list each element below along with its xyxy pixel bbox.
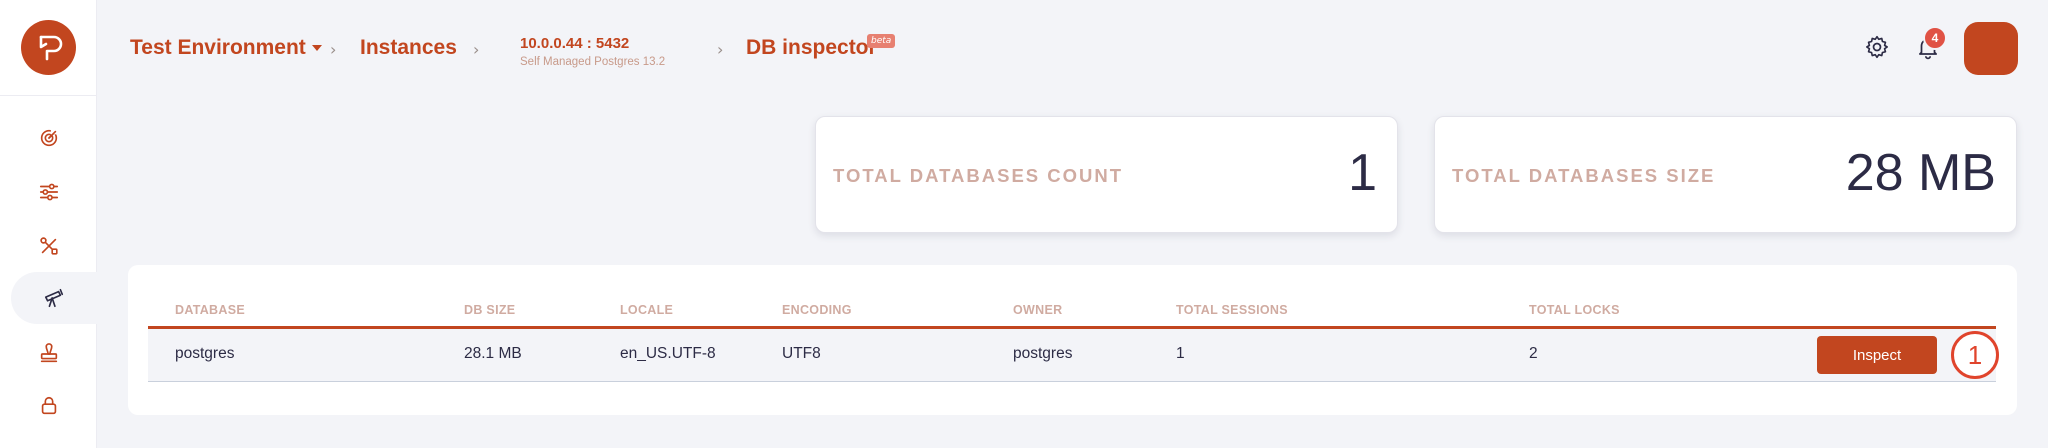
- stat-value: 1: [1348, 144, 1377, 202]
- breadcrumb-separator-icon: ›: [473, 40, 480, 59]
- breadcrumb-instance-type: Self Managed Postgres 13.2: [520, 56, 666, 68]
- sidebar-item-inspector[interactable]: [11, 272, 97, 324]
- column-header-total-locks[interactable]: TOTAL LOCKS: [1529, 303, 1620, 317]
- notification-count-badge: 4: [1923, 26, 1947, 50]
- stat-label: TOTAL DATABASES SIZE: [1452, 165, 1716, 186]
- column-header-total-sessions[interactable]: TOTAL SESSIONS: [1176, 303, 1288, 317]
- radar-icon: [40, 128, 58, 147]
- breadcrumb-instances-link[interactable]: Instances: [360, 36, 457, 60]
- telescope-icon: [44, 288, 64, 308]
- cell-owner: postgres: [1013, 345, 1073, 362]
- inspect-button[interactable]: Inspect: [1817, 336, 1937, 374]
- cell-db-size: 28.1 MB: [464, 345, 522, 362]
- sidebar: [0, 0, 97, 448]
- sidebar-item-approvals[interactable]: [0, 328, 97, 380]
- sidebar-item-monitoring[interactable]: [0, 112, 97, 164]
- column-header-encoding[interactable]: ENCODING: [782, 303, 852, 317]
- cell-database: postgres: [175, 345, 235, 362]
- breadcrumb-separator-icon: ›: [717, 40, 724, 59]
- sidebar-item-settings[interactable]: [0, 166, 97, 218]
- stat-value: 28 MB: [1845, 144, 1996, 202]
- chevron-down-icon: [311, 45, 322, 52]
- gear-icon[interactable]: [1864, 34, 1890, 60]
- column-header-owner[interactable]: OWNER: [1013, 303, 1062, 317]
- avatar[interactable]: [1964, 22, 2018, 75]
- environment-dropdown[interactable]: Test Environment: [130, 36, 322, 60]
- breadcrumb-separator-icon: ›: [330, 40, 337, 59]
- page-title: DB inspector: [746, 36, 877, 59]
- column-header-database[interactable]: DATABASE: [175, 303, 245, 317]
- cell-total-locks: 2: [1529, 345, 1538, 362]
- cell-total-sessions: 1: [1176, 345, 1185, 362]
- app-logo[interactable]: [21, 20, 76, 75]
- total-databases-size-card: TOTAL DATABASES SIZE 28 MB: [1434, 116, 2017, 233]
- column-header-locale[interactable]: LOCALE: [620, 303, 673, 317]
- sidebar-item-security[interactable]: [0, 380, 97, 432]
- breadcrumb-instance-address[interactable]: 10.0.0.44 : 5432: [520, 35, 629, 52]
- annotation-marker: 1: [1951, 331, 1999, 379]
- sliders-icon: [39, 183, 58, 201]
- databases-table: DATABASE DB SIZE LOCALE ENCODING OWNER T…: [128, 265, 2017, 415]
- tools-icon: [39, 237, 58, 255]
- column-header-db-size[interactable]: DB SIZE: [464, 303, 515, 317]
- lock-icon: [41, 396, 56, 415]
- logo-area: [0, 0, 97, 96]
- stamp-icon: [40, 343, 57, 363]
- environment-label: Test Environment: [130, 36, 306, 59]
- cell-locale: en_US.UTF-8: [620, 345, 716, 362]
- cell-encoding: UTF8: [782, 345, 821, 362]
- stat-label: TOTAL DATABASES COUNT: [833, 165, 1124, 186]
- sidebar-item-tools[interactable]: [0, 220, 97, 272]
- total-databases-count-card: TOTAL DATABASES COUNT 1: [815, 116, 1398, 233]
- beta-badge: beta: [867, 34, 896, 48]
- logo-icon: [39, 35, 62, 60]
